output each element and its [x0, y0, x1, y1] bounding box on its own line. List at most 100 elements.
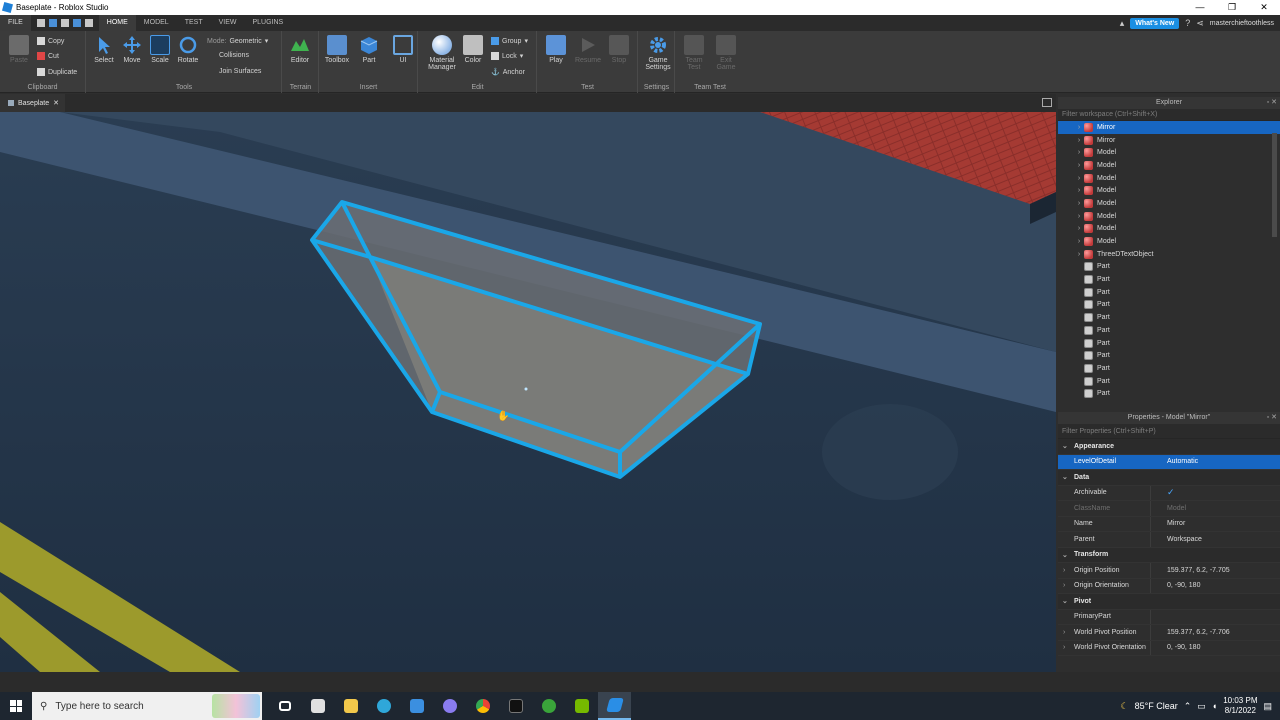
- explorer-item[interactable]: › Mirror: [1058, 134, 1280, 147]
- terrain-editor-button[interactable]: Editor: [286, 35, 314, 64]
- document-tab-baseplate[interactable]: Baseplate ✕: [0, 94, 66, 112]
- explorer-item[interactable]: › Model: [1058, 146, 1280, 159]
- explorer-item[interactable]: Part: [1058, 261, 1280, 274]
- explorer-item[interactable]: Part: [1058, 311, 1280, 324]
- explorer-scrollbar[interactable]: [1272, 133, 1277, 237]
- checkbox-checked-icon[interactable]: ✓: [1150, 485, 1280, 500]
- expand-arrow-icon[interactable]: ›: [1074, 225, 1084, 232]
- explorer-item[interactable]: Part: [1058, 362, 1280, 375]
- file-explorer-button[interactable]: [334, 692, 367, 720]
- expand-arrow-icon[interactable]: ›: [1074, 137, 1084, 144]
- property-row[interactable]: Name Mirror: [1058, 516, 1280, 532]
- nvidia-button[interactable]: [565, 692, 598, 720]
- explorer-item[interactable]: › Model: [1058, 210, 1280, 223]
- minimize-button[interactable]: —: [1184, 0, 1216, 15]
- explorer-item[interactable]: Part: [1058, 273, 1280, 286]
- expand-arrow-icon[interactable]: ›: [1074, 124, 1084, 131]
- property-row[interactable]: LevelOfDetail Automatic: [1058, 454, 1280, 470]
- property-row[interactable]: Archivable ✓: [1058, 485, 1280, 501]
- property-row[interactable]: › Origin Orientation 0, -90, 180: [1058, 578, 1280, 594]
- paste-button[interactable]: Paste: [5, 35, 33, 64]
- tray-chevron-icon[interactable]: ⌃: [1184, 701, 1192, 712]
- expand-arrow-icon[interactable]: ›: [1074, 213, 1084, 220]
- maximize-button[interactable]: ❐: [1216, 0, 1248, 15]
- panel-buttons[interactable]: ▫ ✕: [1267, 412, 1277, 424]
- task-view-button[interactable]: [268, 692, 301, 720]
- property-value[interactable]: Automatic: [1150, 454, 1280, 469]
- roblox-studio-taskbar-button[interactable]: [598, 692, 631, 720]
- edge-button[interactable]: [367, 692, 400, 720]
- property-value[interactable]: Workspace: [1150, 532, 1280, 547]
- property-row[interactable]: ClassName Model: [1058, 501, 1280, 517]
- save-icon[interactable]: [72, 19, 81, 27]
- explorer-item[interactable]: › Model: [1058, 235, 1280, 248]
- toolbox-button[interactable]: Toolbox: [323, 35, 351, 64]
- network-icon[interactable]: ▭: [1197, 701, 1206, 712]
- publish-icon[interactable]: [48, 19, 57, 27]
- explorer-item[interactable]: Part: [1058, 299, 1280, 312]
- expand-arrow-icon[interactable]: ›: [1063, 644, 1065, 651]
- collapse-ribbon-icon[interactable]: ▴: [1120, 18, 1125, 29]
- move-button[interactable]: Move: [118, 35, 146, 64]
- property-section-header[interactable]: ⌄ Appearance: [1058, 439, 1280, 455]
- mode-select[interactable]: Mode: Geometric ▾: [207, 37, 268, 46]
- xbox-button[interactable]: [532, 692, 565, 720]
- username-label[interactable]: masterchieftoothless: [1210, 20, 1274, 27]
- redo-icon[interactable]: [60, 19, 69, 27]
- explorer-item[interactable]: › Mirror: [1058, 121, 1280, 134]
- properties-filter-input[interactable]: Filter Properties (Ctrl+Shift+P): [1058, 424, 1280, 439]
- weather-label[interactable]: 85°F Clear: [1135, 701, 1178, 711]
- start-button[interactable]: [0, 692, 32, 720]
- explorer-item[interactable]: › Model: [1058, 172, 1280, 185]
- explorer-item[interactable]: Part: [1058, 324, 1280, 337]
- tab-file[interactable]: FILE: [0, 15, 31, 31]
- scale-button[interactable]: Scale: [146, 35, 174, 64]
- material-manager-button[interactable]: Material Manager: [425, 35, 459, 71]
- expand-arrow-icon[interactable]: ›: [1074, 175, 1084, 182]
- chrome-button[interactable]: [466, 692, 499, 720]
- cut-button[interactable]: Cut: [37, 52, 59, 60]
- tab-home[interactable]: HOME: [98, 15, 136, 31]
- property-value[interactable]: [1150, 609, 1280, 624]
- discord-button[interactable]: [433, 692, 466, 720]
- property-value[interactable]: 159.377, 6.2, -7.705: [1150, 563, 1280, 578]
- property-section-header[interactable]: ⌄ Pivot: [1058, 594, 1280, 610]
- terminal-button[interactable]: [499, 692, 532, 720]
- panel-buttons[interactable]: ▫ ✕: [1267, 97, 1277, 109]
- property-value[interactable]: 0, -90, 180: [1150, 640, 1280, 655]
- explorer-item[interactable]: Part: [1058, 375, 1280, 388]
- part-button[interactable]: Part: [355, 35, 383, 64]
- explorer-item[interactable]: Part: [1058, 337, 1280, 350]
- store-button[interactable]: [301, 692, 334, 720]
- property-value[interactable]: 0, -90, 180: [1150, 578, 1280, 593]
- property-section-header[interactable]: ⌄ Transform: [1058, 547, 1280, 563]
- clock[interactable]: 10:03 PM 8/1/2022: [1223, 696, 1257, 716]
- explorer-item[interactable]: › Model: [1058, 159, 1280, 172]
- expand-arrow-icon[interactable]: ›: [1074, 149, 1084, 156]
- explorer-item[interactable]: › Model: [1058, 197, 1280, 210]
- explorer-item[interactable]: Part: [1058, 349, 1280, 362]
- taskbar-search[interactable]: ⚲ Type here to search: [32, 692, 262, 720]
- 3d-viewport[interactable]: ✋: [0, 112, 1056, 672]
- help-icon[interactable]: ?: [1185, 18, 1190, 28]
- lock-button[interactable]: Lock ▾: [491, 52, 523, 60]
- exit-game-button[interactable]: Exit Game: [712, 35, 740, 71]
- close-button[interactable]: ✕: [1248, 0, 1280, 15]
- notification-icon[interactable]: ▤: [1263, 701, 1272, 712]
- property-section-header[interactable]: ⌄ Data: [1058, 470, 1280, 486]
- group-button[interactable]: Group ▾: [491, 37, 528, 45]
- expand-arrow-icon[interactable]: ›: [1074, 238, 1084, 245]
- duplicate-button[interactable]: Duplicate: [37, 68, 77, 76]
- explorer-item[interactable]: Part: [1058, 286, 1280, 299]
- join-surfaces-toggle[interactable]: Join Surfaces: [219, 68, 261, 75]
- expand-arrow-icon[interactable]: ›: [1063, 567, 1065, 574]
- share-icon[interactable]: ⋖: [1196, 18, 1204, 29]
- whats-new-button[interactable]: What's New: [1130, 17, 1180, 29]
- resume-button[interactable]: Resume: [574, 35, 602, 64]
- team-test-button[interactable]: Team Test: [680, 35, 708, 71]
- explorer-filter-input[interactable]: Filter workspace (Ctrl+Shift+X): [1058, 109, 1280, 121]
- volume-icon[interactable]: ◖: [1212, 701, 1217, 711]
- stop-button[interactable]: Stop: [605, 35, 633, 64]
- scene[interactable]: ✋: [0, 112, 1056, 672]
- expand-arrow-icon[interactable]: ›: [1063, 629, 1065, 636]
